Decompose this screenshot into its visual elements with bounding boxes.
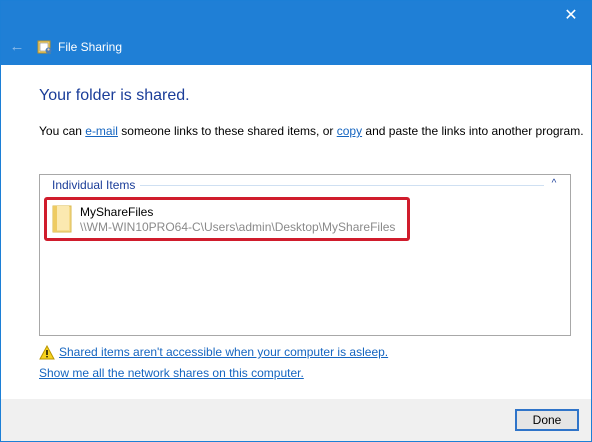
page-heading: Your folder is shared.: [39, 87, 190, 104]
done-button[interactable]: Done: [515, 409, 579, 431]
file-sharing-window: ← File Sharing ✕ Your folder is shared. …: [0, 0, 592, 442]
dialog-footer: Done: [1, 399, 591, 441]
copy-link[interactable]: copy: [337, 124, 362, 138]
email-link[interactable]: e-mail: [85, 124, 118, 138]
sleep-warning-link[interactable]: Shared items aren't accessible when your…: [59, 345, 388, 359]
group-divider: [140, 185, 544, 186]
title-bar: ← File Sharing ✕: [1, 1, 591, 65]
close-icon[interactable]: ✕: [563, 8, 579, 24]
description-suffix: and paste the links into another program…: [362, 124, 584, 138]
folder-icon: [52, 205, 72, 233]
warning-icon: [39, 345, 55, 360]
shared-item-name: MyShareFiles: [80, 205, 154, 219]
share-description: You can e-mail someone links to these sh…: [39, 124, 584, 138]
shared-items-list: Individual Items ^ MyShareFiles \\WM-WIN…: [39, 174, 571, 336]
shared-item-myfolder[interactable]: MyShareFiles \\WM-WIN10PRO64-C\Users\adm…: [44, 197, 410, 241]
network-shares-link[interactable]: Show me all the network shares on this c…: [39, 366, 304, 380]
description-middle: someone links to these shared items, or: [117, 124, 337, 138]
chevron-up-icon[interactable]: ^: [548, 178, 560, 190]
shared-item-path: \\WM-WIN10PRO64-C\Users\admin\Desktop\My…: [80, 220, 396, 234]
description-prefix: You can: [39, 124, 86, 138]
back-arrow-icon[interactable]: ←: [7, 37, 27, 57]
window-title: File Sharing: [58, 40, 123, 54]
file-sharing-icon: [37, 40, 52, 54]
group-header-individual-items[interactable]: Individual Items: [52, 178, 140, 192]
